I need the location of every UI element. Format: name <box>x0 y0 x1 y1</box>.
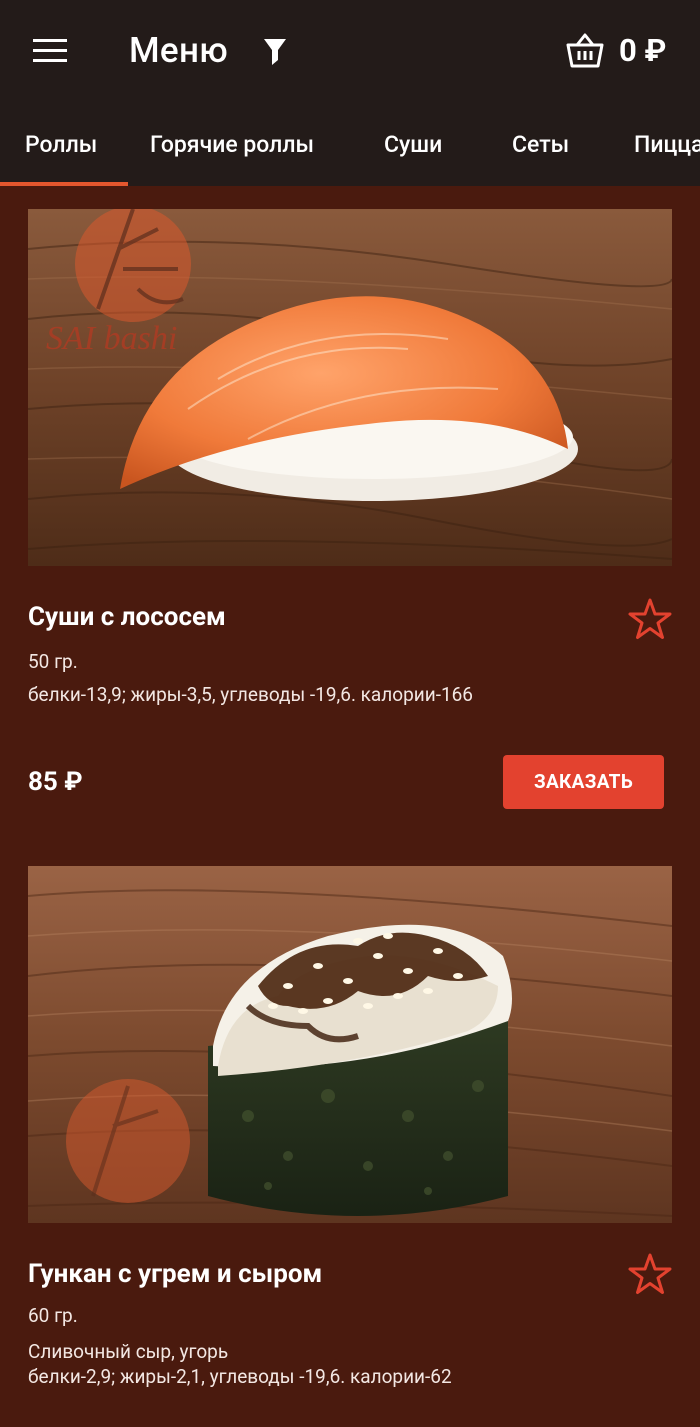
page-title: Меню <box>129 30 229 71</box>
tab-hot-rolls[interactable]: Горячие роллы <box>150 131 314 158</box>
tab-sushi[interactable]: Суши <box>384 131 442 158</box>
product-weight: 50 гр. <box>28 650 78 673</box>
favorite-star-icon[interactable] <box>628 597 672 641</box>
tab-pizza[interactable]: Пицца <box>634 131 700 158</box>
product-weight: 60 гр. <box>28 1304 78 1327</box>
favorite-star-icon[interactable] <box>628 1252 672 1296</box>
product-nutrition: белки-13,9; жиры-3,5, углеводы -19,6. ка… <box>28 683 473 706</box>
filter-icon[interactable] <box>263 38 287 66</box>
product-image[interactable] <box>28 866 672 1223</box>
product-price: 85 ₽ <box>28 767 83 797</box>
product-name[interactable]: Гункан с угрем и сыром <box>28 1259 322 1289</box>
order-button[interactable]: ЗАКАЗАТЬ <box>503 755 664 809</box>
active-tab-indicator <box>0 182 128 186</box>
basket-icon[interactable] <box>565 30 605 70</box>
menu-icon[interactable] <box>33 39 67 63</box>
product-name[interactable]: Суши с лососем <box>28 602 226 632</box>
watermark-text: SAI bashi <box>46 320 177 357</box>
category-tabs: Роллы Горячие роллы Суши Сеты Пицца <box>0 104 700 186</box>
product-card: Гункан с угрем и сыром 60 гр. Сливочный … <box>28 866 672 1427</box>
product-image[interactable]: SAI bashi <box>28 209 672 566</box>
product-card: SAI bashi Суши с лососем 50 гр. белки-13… <box>28 209 672 814</box>
product-nutrition: белки-2,9; жиры-2,1, углеводы -19,6. кал… <box>28 1365 452 1388</box>
tab-sets[interactable]: Сеты <box>512 131 569 158</box>
app-bar: Меню 0 ₽ <box>0 0 700 104</box>
cart-total[interactable]: 0 ₽ <box>619 32 666 69</box>
tab-rolls[interactable]: Роллы <box>25 131 97 158</box>
product-description: Сливочный сыр, угорь <box>28 1340 229 1363</box>
